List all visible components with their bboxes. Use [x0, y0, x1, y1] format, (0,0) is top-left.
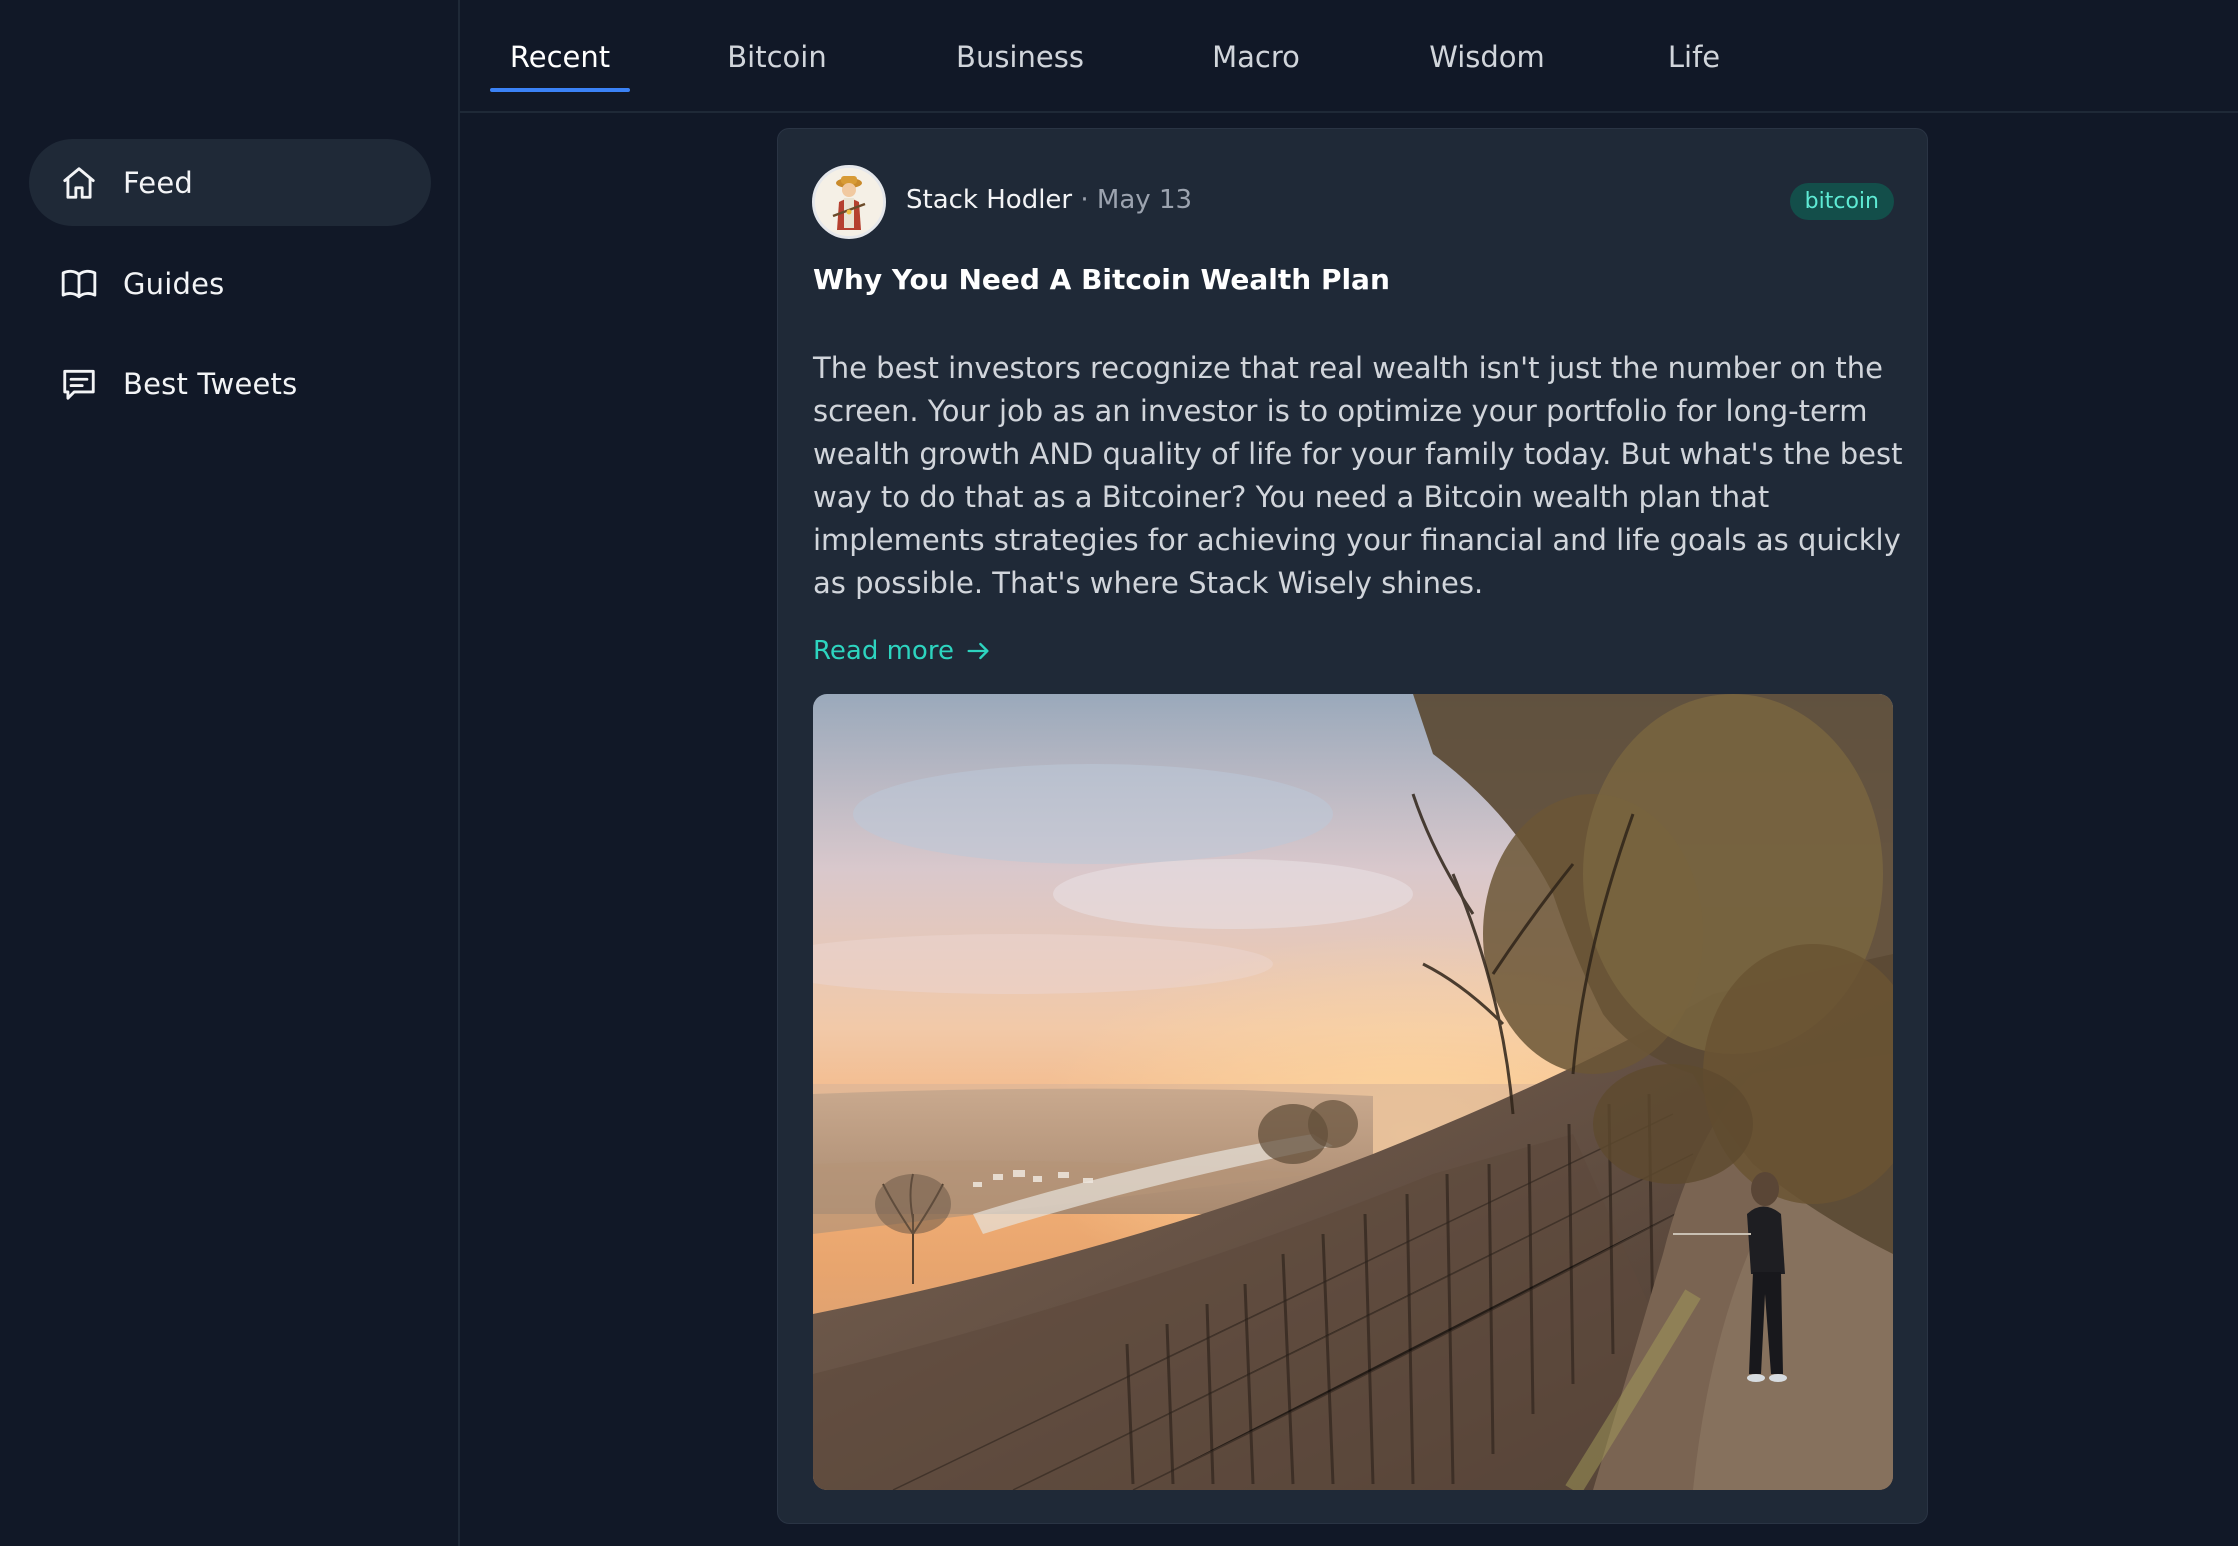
post-meta: Stack Hodler · May 13 [906, 185, 1192, 215]
post-title[interactable]: Why You Need A Bitcoin Wealth Plan [813, 263, 1390, 296]
read-more-link[interactable]: Read more [813, 636, 992, 666]
sidebar-item-label: Feed [123, 165, 193, 200]
post-card[interactable]: Stack Hodler · May 13 bitcoin Why You Ne… [777, 128, 1928, 1524]
sidebar-item-guides[interactable]: Guides [29, 240, 431, 327]
tab-label: Wisdom [1429, 39, 1545, 74]
tab-recent[interactable]: Recent [490, 0, 630, 113]
arrow-right-icon [964, 637, 992, 665]
meta-separator: · [1080, 185, 1089, 215]
sidebar-item-label: Guides [123, 266, 225, 301]
tag-badge[interactable]: bitcoin [1789, 183, 1894, 220]
tab-label: Recent [509, 39, 611, 74]
tab-life[interactable]: Life [1659, 0, 1729, 113]
post-excerpt: The best investors recognize that real w… [813, 351, 1903, 600]
tab-label: Bitcoin [727, 39, 827, 74]
post-image[interactable] [813, 694, 1893, 1490]
chat-icon [59, 364, 99, 404]
active-tab-indicator [490, 88, 630, 92]
read-more-label: Read more [813, 636, 954, 666]
post-date: May 13 [1096, 185, 1193, 215]
tab-label: Macro [1212, 39, 1300, 74]
sidebar-item-feed[interactable]: Feed [29, 139, 431, 226]
tab-wisdom[interactable]: Wisdom [1423, 0, 1551, 113]
tab-label: Life [1667, 39, 1721, 74]
tab-business[interactable]: Business [947, 0, 1093, 113]
avatar[interactable] [812, 165, 886, 239]
tab-label: Business [956, 39, 1084, 74]
sidebar: Feed Guides Best Tweets [0, 0, 460, 1546]
book-icon [59, 264, 99, 304]
sidebar-item-label: Best Tweets [123, 366, 298, 401]
tab-bitcoin[interactable]: Bitcoin [722, 0, 832, 113]
author-name[interactable]: Stack Hodler [906, 185, 1072, 215]
sidebar-item-best-tweets[interactable]: Best Tweets [29, 340, 431, 427]
home-icon [59, 163, 99, 203]
tab-macro[interactable]: Macro [1203, 0, 1309, 113]
category-tabs: Recent Bitcoin Business Macro Wisdom Lif… [460, 0, 2238, 113]
